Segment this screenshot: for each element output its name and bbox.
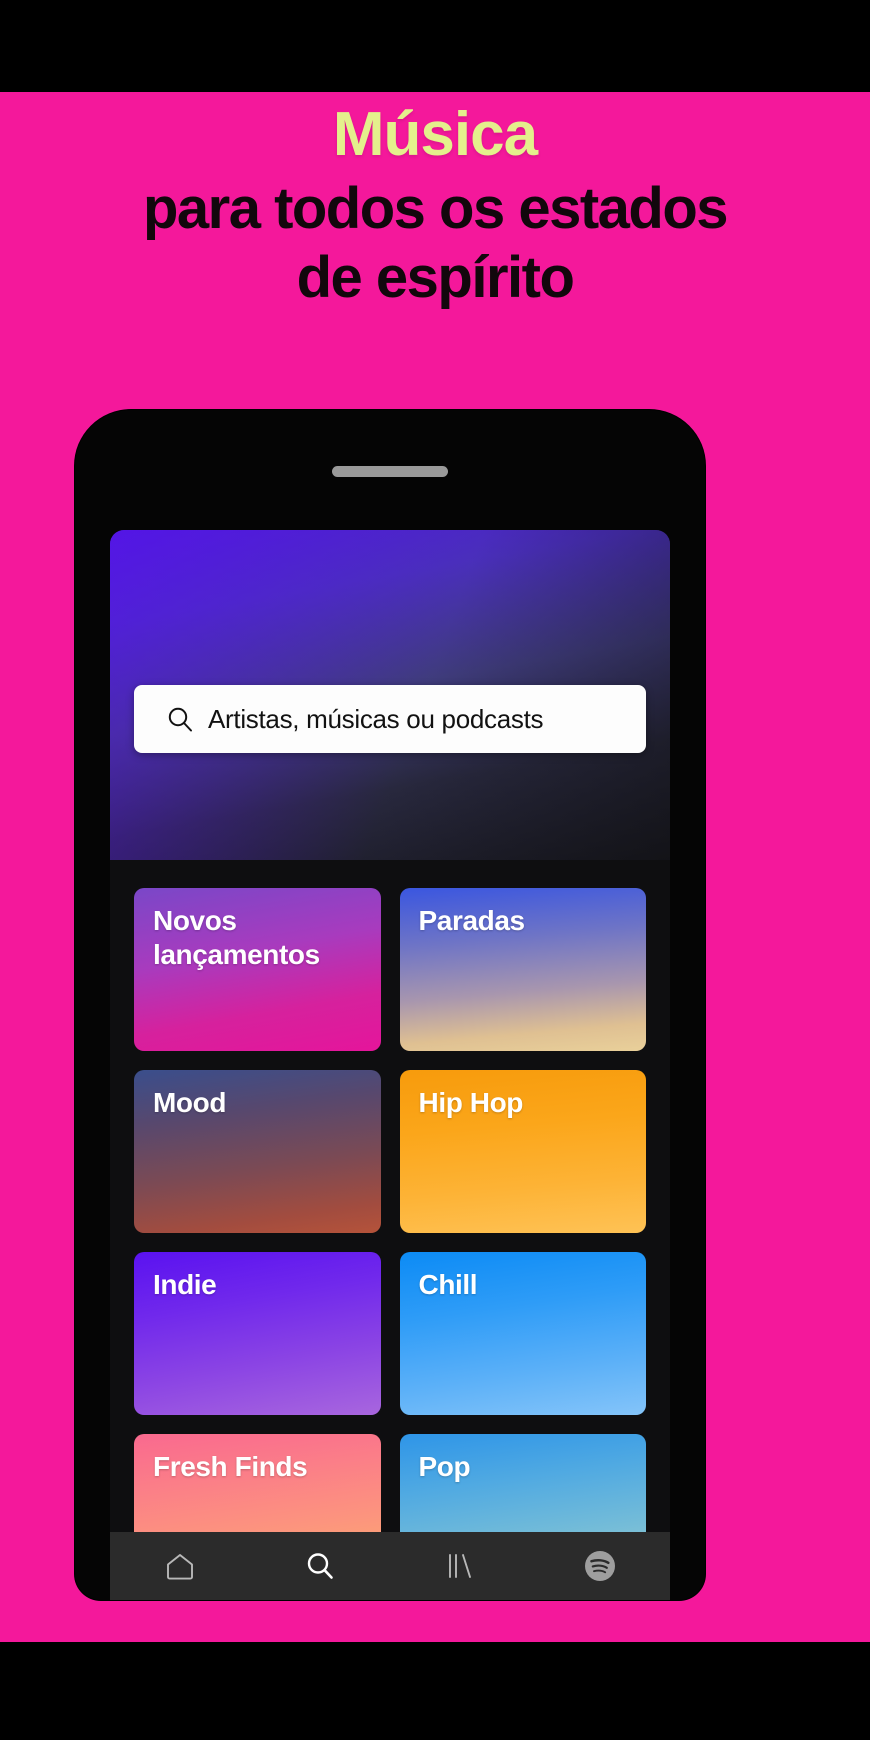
phone-mockup: Artistas, músicas ou podcasts Novos lanç…: [75, 410, 705, 1600]
nav-item-library[interactable]: [430, 1543, 490, 1589]
tile-chill[interactable]: Chill: [399, 1252, 646, 1415]
phone-screen: Artistas, músicas ou podcasts Novos lanç…: [110, 530, 670, 1600]
tile-label: Novos lançamentos: [153, 905, 320, 971]
phone-speaker-grille: [332, 466, 448, 477]
tile-mood[interactable]: Mood: [134, 1070, 381, 1233]
nav-item-search[interactable]: [290, 1543, 350, 1589]
tile-label: Paradas: [418, 905, 526, 936]
tile-label: Pop: [418, 1451, 471, 1482]
headline-line-2: para todos os estados: [142, 176, 729, 242]
home-icon: [163, 1549, 197, 1583]
headline-line-1: Música: [332, 100, 538, 169]
tile-indie[interactable]: Indie: [134, 1252, 381, 1415]
library-icon: [443, 1549, 477, 1583]
tile-label: Chill: [418, 1269, 478, 1300]
category-grid: Novos lançamentos Paradas Mood Hip Hop I…: [134, 888, 646, 1597]
tile-hip-hop[interactable]: Hip Hop: [399, 1070, 646, 1233]
nav-item-spotify[interactable]: [570, 1543, 630, 1589]
search-icon: [303, 1549, 337, 1583]
bottom-navigation-bar: [110, 1532, 670, 1600]
tile-label: Hip Hop: [418, 1087, 524, 1118]
tile-novos-lancamentos[interactable]: Novos lançamentos: [134, 888, 381, 1051]
tile-label: Mood: [153, 1087, 227, 1118]
nav-item-home[interactable]: [150, 1543, 210, 1589]
spotify-logo-icon: [582, 1548, 618, 1584]
tile-paradas[interactable]: Paradas: [399, 888, 646, 1051]
search-input[interactable]: Artistas, músicas ou podcasts: [134, 685, 646, 753]
screenshot-root: Música para todos os estados de espírito…: [0, 0, 870, 1740]
tile-label: Fresh Finds: [153, 1451, 308, 1482]
headline-block: Música para todos os estados de espírito: [0, 100, 870, 312]
headline-line-3: de espírito: [296, 244, 575, 310]
search-placeholder: Artistas, músicas ou podcasts: [208, 703, 544, 734]
search-icon: [166, 705, 194, 733]
tile-label: Indie: [153, 1269, 217, 1300]
